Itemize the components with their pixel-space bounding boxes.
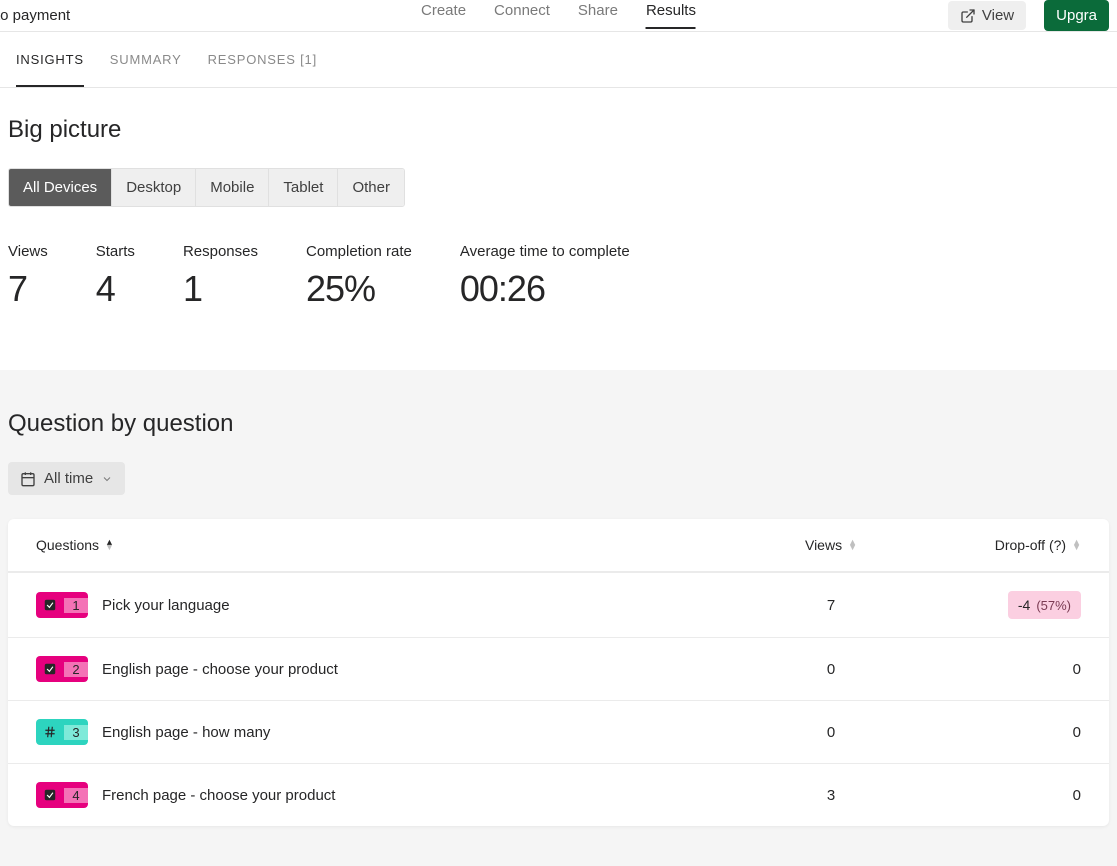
question-number: 2	[64, 662, 88, 677]
table-header: Questions ▲▼ Views ▲▼ Drop-off (?) ▲▼	[8, 519, 1109, 572]
question-badge: 3	[36, 719, 88, 745]
device-tab-tablet[interactable]: Tablet	[268, 169, 337, 206]
stat-value: 7	[8, 268, 48, 310]
dropoff-cell: 0	[901, 661, 1081, 678]
question-cell: 1 Pick your language	[36, 592, 761, 618]
stat-views: Views 7	[8, 243, 48, 310]
stats-row: Views 7 Starts 4 Responses 1 Completion …	[8, 243, 1109, 310]
sort-icon: ▲▼	[1072, 540, 1081, 550]
question-cell: 3 English page - how many	[36, 719, 761, 745]
th-dropoff[interactable]: Drop-off (?) ▲▼	[901, 537, 1081, 553]
subtab-summary[interactable]: SUMMARY	[110, 52, 182, 87]
topbar: to payment Create Connect Share Results …	[0, 0, 1117, 32]
table-row[interactable]: 1 Pick your language 7 -4 (57%)	[8, 572, 1109, 637]
table-row[interactable]: 3 English page - how many 0 0	[8, 700, 1109, 763]
stat-value: 25%	[306, 268, 412, 310]
question-by-question-section: Question by question All time Questions …	[0, 370, 1117, 866]
stat-value: 00:26	[460, 268, 630, 310]
views-cell: 0	[761, 724, 901, 741]
tab-results[interactable]: Results	[646, 2, 696, 29]
topbar-right: View Upgra	[948, 0, 1109, 31]
question-badge: 4	[36, 782, 88, 808]
question-title: Pick your language	[102, 597, 230, 614]
question-number: 3	[64, 725, 88, 740]
stat-avg-time: Average time to complete 00:26	[460, 243, 630, 310]
views-cell: 0	[761, 661, 901, 678]
question-badge: 1	[36, 592, 88, 618]
table-row[interactable]: 2 English page - choose your product 0 0	[8, 637, 1109, 700]
date-range-label: All time	[44, 470, 93, 487]
device-tab-mobile[interactable]: Mobile	[195, 169, 268, 206]
views-cell: 7	[761, 597, 901, 614]
device-tab-desktop[interactable]: Desktop	[111, 169, 195, 206]
dropoff-cell: 0	[901, 787, 1081, 804]
stat-label: Completion rate	[306, 243, 412, 260]
stat-label: Views	[8, 243, 48, 260]
sort-icon: ▲▼	[848, 540, 857, 550]
th-views[interactable]: Views ▲▼	[761, 537, 901, 553]
device-tabs: All Devices Desktop Mobile Tablet Other	[8, 168, 405, 207]
sort-icon: ▲▼	[105, 540, 114, 550]
question-badge: 2	[36, 656, 88, 682]
subtab-responses[interactable]: RESPONSES [1]	[208, 52, 317, 87]
qbq-heading: Question by question	[8, 410, 1109, 438]
stat-value: 4	[96, 268, 135, 310]
checkbox-icon	[36, 662, 64, 676]
view-button[interactable]: View	[948, 1, 1026, 30]
tab-connect[interactable]: Connect	[494, 2, 550, 29]
big-picture-heading: Big picture	[8, 116, 1109, 144]
device-tab-all[interactable]: All Devices	[9, 169, 111, 206]
tab-share[interactable]: Share	[578, 2, 618, 29]
question-cell: 4 French page - choose your product	[36, 782, 761, 808]
checkbox-icon	[36, 598, 64, 612]
tab-create[interactable]: Create	[421, 2, 466, 29]
stat-label: Responses	[183, 243, 258, 260]
stat-starts: Starts 4	[96, 243, 135, 310]
chevron-down-icon	[101, 473, 113, 485]
subtab-insights[interactable]: INSIGHTS	[16, 52, 84, 87]
view-label: View	[982, 7, 1014, 24]
question-title: English page - choose your product	[102, 661, 338, 678]
question-number: 1	[64, 598, 88, 613]
form-title-fragment: to payment	[0, 7, 70, 24]
main-tabs: Create Connect Share Results	[421, 2, 696, 29]
question-cell: 2 English page - choose your product	[36, 656, 761, 682]
views-cell: 3	[761, 787, 901, 804]
table-row[interactable]: 4 French page - choose your product 3 0	[8, 763, 1109, 826]
subtabs: INSIGHTS SUMMARY RESPONSES [1]	[0, 32, 1117, 88]
question-title: French page - choose your product	[102, 787, 335, 804]
calendar-icon	[20, 471, 36, 487]
question-number: 4	[64, 788, 88, 803]
stat-label: Starts	[96, 243, 135, 260]
external-link-icon	[960, 8, 976, 24]
dropoff-badge: -4 (57%)	[1008, 591, 1081, 619]
hash-icon	[36, 725, 64, 739]
questions-table: Questions ▲▼ Views ▲▼ Drop-off (?) ▲▼ 1	[8, 519, 1109, 826]
th-questions[interactable]: Questions ▲▼	[36, 537, 761, 553]
stat-completion-rate: Completion rate 25%	[306, 243, 412, 310]
stat-value: 1	[183, 268, 258, 310]
stat-label: Average time to complete	[460, 243, 630, 260]
stat-responses: Responses 1	[183, 243, 258, 310]
device-tab-other[interactable]: Other	[337, 169, 404, 206]
upgrade-button[interactable]: Upgra	[1044, 0, 1109, 31]
checkbox-icon	[36, 788, 64, 802]
question-title: English page - how many	[102, 724, 270, 741]
date-range-dropdown[interactable]: All time	[8, 462, 125, 495]
big-picture-section: Big picture All Devices Desktop Mobile T…	[0, 88, 1117, 370]
dropoff-cell: 0	[901, 724, 1081, 741]
dropoff-cell: -4 (57%)	[901, 591, 1081, 619]
